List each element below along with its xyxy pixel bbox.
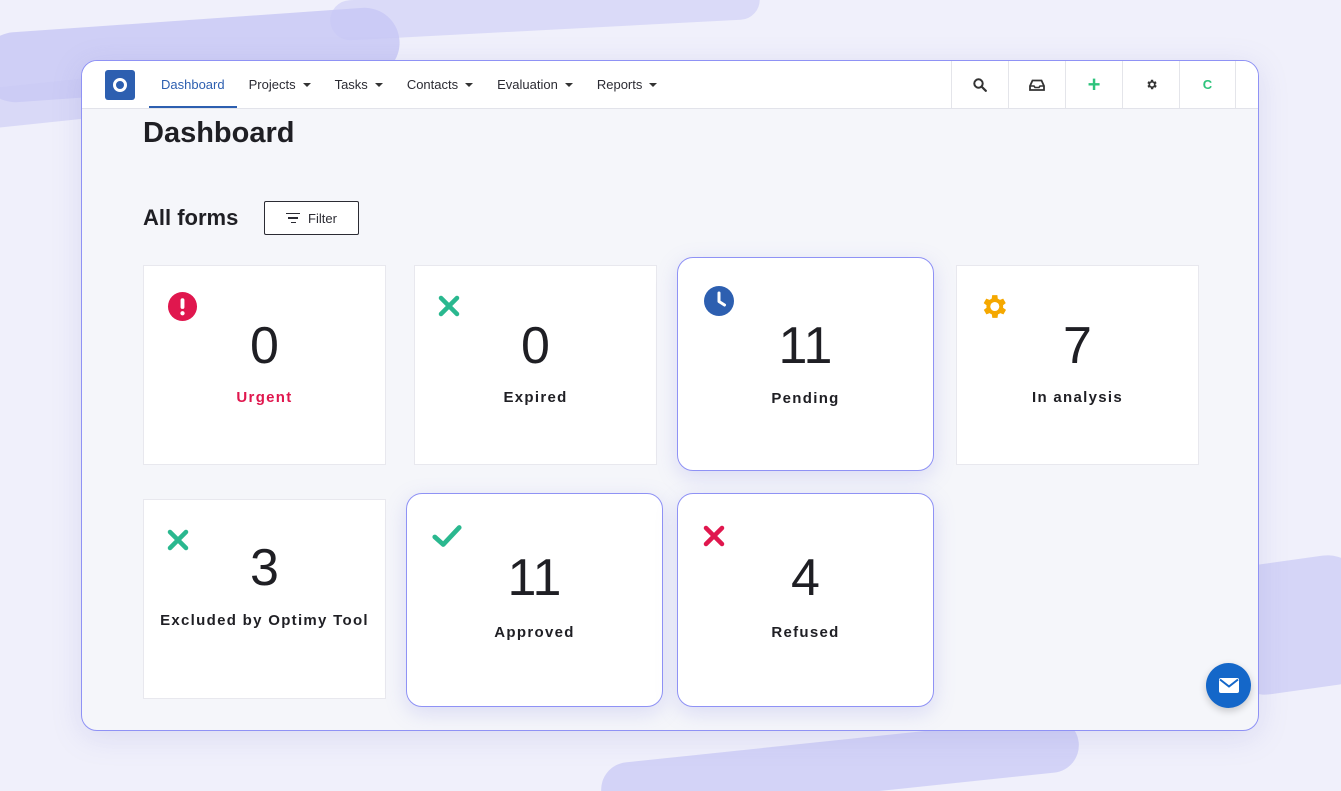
user-avatar-button[interactable]: C: [1179, 61, 1236, 108]
card-count: 11: [507, 549, 562, 607]
card-count: 0: [521, 317, 550, 375]
nav-item-label: Evaluation: [497, 77, 558, 92]
nav-item-evaluation[interactable]: Evaluation: [485, 61, 585, 108]
card-label: Urgent: [236, 389, 293, 406]
page-title: Dashboard: [143, 117, 295, 149]
caret-down-icon: [465, 82, 474, 87]
section-title: All forms: [143, 205, 239, 230]
card-count: 0: [250, 317, 279, 375]
nav-item-reports[interactable]: Reports: [585, 61, 670, 108]
card-label: Pending: [771, 390, 840, 407]
inbox-icon: [1029, 79, 1045, 91]
nav-item-label: Projects: [248, 77, 296, 92]
app-logo[interactable]: [105, 70, 135, 100]
caret-down-icon: [564, 82, 573, 87]
top-navbar: Dashboard Projects Tasks Contacts Evalua…: [82, 61, 1258, 109]
gear-icon: [1146, 79, 1157, 90]
nav-item-projects[interactable]: Projects: [237, 61, 323, 108]
filter-button[interactable]: Filter: [264, 201, 359, 235]
nav-item-tasks[interactable]: Tasks: [323, 61, 395, 108]
main-nav: Dashboard Projects Tasks Contacts Evalua…: [149, 61, 669, 108]
nav-item-label: Contacts: [406, 77, 459, 92]
search-icon: [973, 77, 987, 92]
add-button[interactable]: +: [1065, 61, 1122, 108]
chat-button[interactable]: [1206, 663, 1251, 708]
avatar-initial: C: [1202, 77, 1213, 92]
background-brush-stroke: [329, 0, 761, 42]
card-label: In analysis: [1031, 389, 1123, 406]
status-card-excluded[interactable]: 3 Excluded by Optimy Tool: [143, 499, 386, 699]
plus-icon: +: [1087, 71, 1101, 97]
filter-label: Filter: [308, 210, 337, 226]
status-card-urgent[interactable]: 0 Urgent: [143, 265, 386, 465]
card-count: 3: [250, 539, 279, 597]
envelope-icon: [1218, 678, 1239, 693]
nav-item-dashboard[interactable]: Dashboard: [149, 61, 237, 108]
card-label: Refused: [771, 624, 840, 641]
filter-icon: [286, 212, 301, 224]
card-count: 4: [791, 549, 820, 607]
inbox-button[interactable]: [1008, 61, 1065, 108]
nav-item-label: Dashboard: [161, 77, 225, 92]
nav-item-label: Reports: [596, 77, 643, 92]
card-label: Excluded by Optimy Tool: [160, 612, 369, 629]
search-button[interactable]: [951, 61, 1008, 108]
card-label: Approved: [494, 624, 575, 641]
caret-down-icon: [649, 82, 658, 87]
toolbar-actions: + C: [951, 61, 1236, 108]
card-count: 7: [1063, 317, 1092, 375]
card-count: 11: [778, 317, 833, 375]
caret-down-icon: [374, 82, 383, 87]
clock-icon: [703, 285, 735, 317]
card-label: Expired: [503, 389, 568, 406]
nav-item-label: Tasks: [334, 77, 368, 92]
settings-button[interactable]: [1122, 61, 1179, 108]
status-card-in-analysis[interactable]: 7 In analysis: [956, 265, 1199, 465]
nav-item-contacts[interactable]: Contacts: [395, 61, 485, 108]
status-card-approved[interactable]: 11 Approved: [406, 493, 663, 707]
status-card-expired[interactable]: 0 Expired: [414, 265, 657, 465]
status-card-refused[interactable]: 4 Refused: [677, 493, 934, 707]
app-window: Dashboard Projects Tasks Contacts Evalua…: [81, 60, 1259, 731]
caret-down-icon: [302, 82, 311, 87]
status-card-pending[interactable]: 11 Pending: [677, 257, 934, 471]
